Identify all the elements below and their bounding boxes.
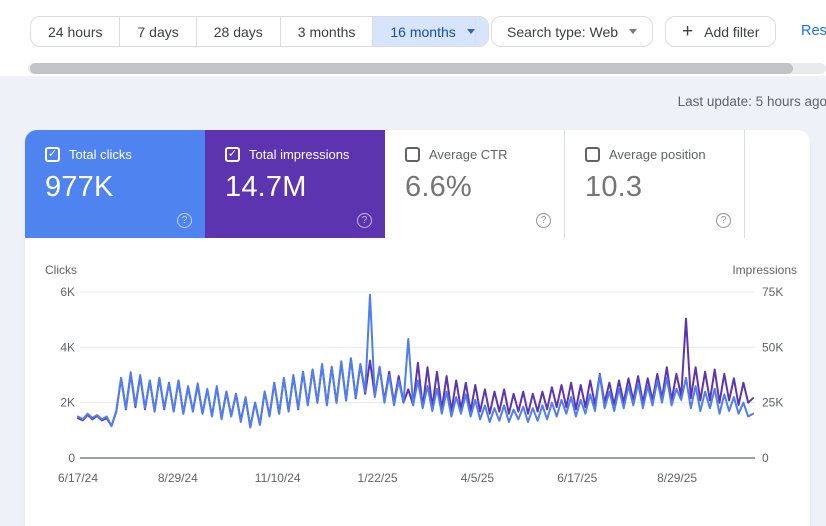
help-icon[interactable]: ? <box>357 213 372 228</box>
search-type-dropdown[interactable]: Search type: Web <box>491 16 654 47</box>
range-button-16-months-selected[interactable]: 16 months <box>372 17 488 46</box>
metric-label: Total clicks <box>69 147 132 162</box>
reset-filters-link[interactable]: Reset <box>801 23 826 39</box>
metric-label: Total impressions <box>249 147 350 162</box>
right-axis-tick-label: 75K <box>762 285 783 299</box>
search-type-label: Search type: Web <box>507 23 619 40</box>
x-axis-tick-label: 8/29/25 <box>657 471 697 485</box>
x-axis-tick-label: 8/29/24 <box>158 471 198 485</box>
performance-panel: ✓ Total clicks 977K ? ✓ Total impression… <box>25 130 810 526</box>
left-axis-tick-label: 4K <box>60 340 75 354</box>
metric-cards-row: ✓ Total clicks 977K ? ✓ Total impression… <box>25 130 810 238</box>
date-range-selector: 24 hours 7 days 28 days 3 months 16 mont… <box>30 16 489 47</box>
add-filter-button[interactable]: + Add filter <box>665 16 777 47</box>
help-icon[interactable]: ? <box>716 213 731 228</box>
chevron-down-icon <box>466 29 475 34</box>
range-selected-label: 16 months <box>390 23 456 40</box>
left-axis-title: Clicks <box>45 263 77 277</box>
metric-value: 6.6% <box>405 171 472 203</box>
left-axis-tick-label: 6K <box>60 285 75 299</box>
checkbox[interactable]: ✓ <box>225 147 240 162</box>
metric-label: Average position <box>609 147 706 162</box>
metric-card-average-ctr[interactable]: Average CTR 6.6% ? <box>385 130 565 238</box>
metric-value: 14.7M <box>225 171 307 203</box>
checkbox[interactable]: ✓ <box>45 147 60 162</box>
left-axis-tick-label: 0 <box>68 451 75 465</box>
performance-chart-svg: 6K 75K 4K 50K 2K 25K 0 0 Clicks Impressions 6/17/2… <box>45 263 797 485</box>
x-axis-tick-label: 11/10/24 <box>255 471 301 485</box>
range-button-3-months[interactable]: 3 months <box>279 17 373 46</box>
top-toolbar: 24 hours 7 days 28 days 3 months 16 mont… <box>0 0 826 76</box>
metric-value: 977K <box>45 171 114 203</box>
horizontal-scrollbar-thumb[interactable] <box>30 63 793 74</box>
plus-icon: + <box>682 21 694 42</box>
metric-card-total-impressions[interactable]: ✓ Total impressions 14.7M ? <box>205 130 385 238</box>
help-icon[interactable]: ? <box>177 213 192 228</box>
left-axis-tick-label: 2K <box>60 396 75 410</box>
metric-label: Average CTR <box>429 147 508 162</box>
metric-card-total-clicks[interactable]: ✓ Total clicks 977K ? <box>25 130 205 238</box>
checkbox[interactable] <box>585 147 600 162</box>
performance-chart: 6K 75K 4K 50K 2K 25K 0 0 Clicks Impressions 6/17/2… <box>25 238 810 526</box>
cards-row-filler <box>745 130 810 238</box>
right-axis-tick-label: 0 <box>762 451 769 465</box>
checkbox[interactable] <box>405 147 420 162</box>
toolbar-divider <box>475 19 476 44</box>
right-axis-title: Impressions <box>732 263 797 277</box>
series-line-clicks <box>77 293 754 429</box>
x-axis-tick-label: 6/17/24 <box>58 471 98 485</box>
chevron-down-icon <box>629 29 638 34</box>
metric-card-average-position[interactable]: Average position 10.3 ? <box>565 130 745 238</box>
add-filter-label: Add filter <box>704 23 760 40</box>
x-axis-tick-label: 1/22/25 <box>358 471 398 485</box>
last-update-status: Last update: 5 hours ago <box>677 94 826 109</box>
x-axis-tick-label: 6/17/25 <box>557 471 597 485</box>
range-button-7-days[interactable]: 7 days <box>119 17 195 46</box>
help-icon[interactable]: ? <box>536 213 551 228</box>
range-button-24-hours[interactable]: 24 hours <box>31 17 119 46</box>
metric-value: 10.3 <box>585 171 643 203</box>
x-axis-tick-label: 4/5/25 <box>461 471 495 485</box>
right-axis-tick-label: 50K <box>762 340 783 354</box>
range-button-28-days[interactable]: 28 days <box>195 17 280 46</box>
series-line-impressions <box>77 317 754 428</box>
right-axis-tick-label: 25K <box>762 396 783 410</box>
